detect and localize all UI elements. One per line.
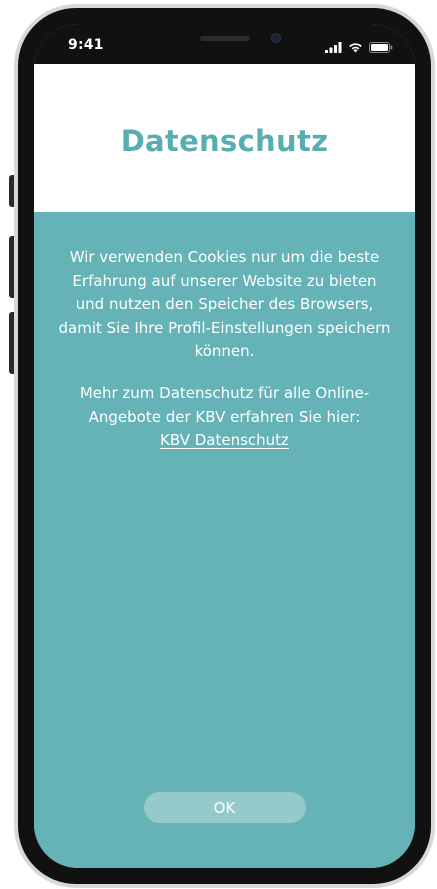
notch xyxy=(124,24,325,64)
signal-icon xyxy=(325,38,342,57)
status-time: 9:41 xyxy=(68,37,104,53)
kbv-privacy-link[interactable]: KBV Datenschutz xyxy=(160,431,289,449)
speaker-grille xyxy=(199,36,250,41)
privacy-more-info: Mehr zum Datenschutz für alle Online-Ang… xyxy=(56,382,393,453)
wifi-icon xyxy=(348,38,363,57)
battery-icon xyxy=(369,38,393,57)
phone-screen: 9:41 Datenschutz Wir verwenden Cookies n… xyxy=(34,24,415,868)
cookie-notice-text: Wir verwenden Cookies nur um die beste E… xyxy=(58,248,391,360)
privacy-content: Wir verwenden Cookies nur um die beste E… xyxy=(34,212,415,868)
privacy-more-info-text: Mehr zum Datenschutz für alle Online-Ang… xyxy=(79,384,370,426)
page-title: Datenschutz xyxy=(120,124,329,158)
status-icons xyxy=(325,38,393,57)
phone-frame: 9:41 Datenschutz Wir verwenden Cookies n… xyxy=(14,4,435,888)
status-bar: 9:41 xyxy=(34,24,415,64)
ok-button[interactable]: OK xyxy=(143,792,306,823)
device-mockup: 9:41 Datenschutz Wir verwenden Cookies n… xyxy=(0,0,437,889)
front-camera xyxy=(270,33,281,43)
phone-bezel: 9:41 Datenschutz Wir verwenden Cookies n… xyxy=(18,8,431,884)
